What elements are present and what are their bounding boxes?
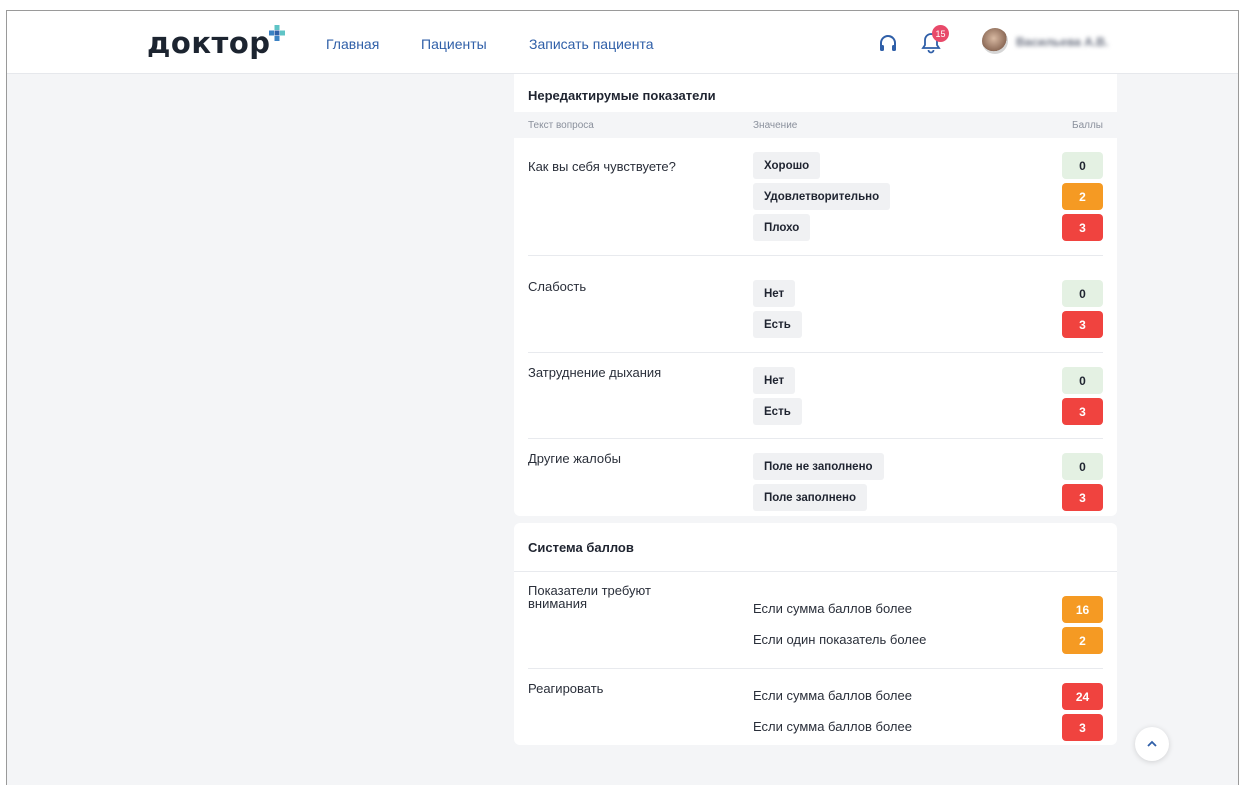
headset-icon[interactable] [878,34,898,54]
top-header: доктор Главная Пациенты Записать пациент… [7,11,1238,74]
option-chip[interactable]: Нет [753,367,796,394]
option-chip[interactable]: Поле не заполнено [753,453,884,480]
rule-text: Если один показатель более [753,632,927,647]
score-badge: 3 [1062,311,1103,338]
score-badge: 3 [1062,398,1103,425]
score-badge: 0 [1062,280,1103,307]
score-badge: 0 [1062,152,1103,179]
option-chip[interactable]: Есть [753,311,802,338]
indicators-title: Нередактирумые показатели [528,88,716,103]
question-text: Затруднение дыхания [528,365,662,380]
nav-patients[interactable]: Пациенты [421,36,487,52]
option-chip[interactable]: Удовлетворительно [753,183,891,210]
rule-text: Если сумма баллов более [753,719,912,734]
logo[interactable]: доктор [147,26,271,60]
notification-badge: 15 [932,25,949,42]
scoring-group-label: Показатели требуют внимания [528,584,651,610]
option-chip[interactable]: Хорошо [753,152,821,179]
rule-text: Если сумма баллов более [753,601,912,616]
column-question: Текст вопроса [528,120,594,131]
question-text: Слабость [528,279,587,294]
threshold-badge: 16 [1062,596,1103,623]
threshold-badge: 2 [1062,627,1103,654]
score-badge: 0 [1062,367,1103,394]
score-badge: 2 [1062,183,1103,210]
scoring-card: Система баллов Показатели требуют вниман… [514,523,1117,745]
scoring-title: Система баллов [528,540,634,555]
option-chip[interactable]: Нет [753,280,796,307]
nav-book-patient[interactable]: Записать пациента [529,36,653,52]
row-divider [514,571,1117,572]
medical-cross-icon [269,25,285,41]
column-score: Баллы [1072,120,1103,131]
score-badge: 0 [1062,453,1103,480]
scoring-group-label: Реагировать [528,681,604,696]
chevron-up-icon [1147,740,1157,747]
scroll-to-top-button[interactable] [1135,727,1169,761]
row-divider [528,352,1103,353]
column-value: Значение [753,120,798,131]
rule-text: Если сумма баллов более [753,688,912,703]
group-label-line: внимания [528,596,587,611]
option-chip[interactable]: Есть [753,398,802,425]
threshold-badge: 3 [1062,714,1103,741]
avatar[interactable] [982,28,1008,54]
score-badge: 3 [1062,214,1103,241]
table-header: Текст вопроса Значение Баллы [514,112,1117,138]
question-text: Другие жалобы [528,451,621,466]
user-name[interactable]: Васильева А.В. [1016,35,1108,49]
score-badge: 3 [1062,484,1103,511]
row-divider [528,668,1103,669]
app-window: доктор Главная Пациенты Записать пациент… [6,10,1239,785]
option-chip[interactable]: Поле заполнено [753,484,868,511]
threshold-badge: 24 [1062,683,1103,710]
question-text: Как вы себя чувствуете? [528,159,676,174]
option-chip[interactable]: Плохо [753,214,811,241]
indicators-card: Нередактирумые показатели Текст вопроса … [514,74,1117,516]
row-divider [528,438,1103,439]
nav-home[interactable]: Главная [326,36,379,52]
row-divider [528,255,1103,256]
